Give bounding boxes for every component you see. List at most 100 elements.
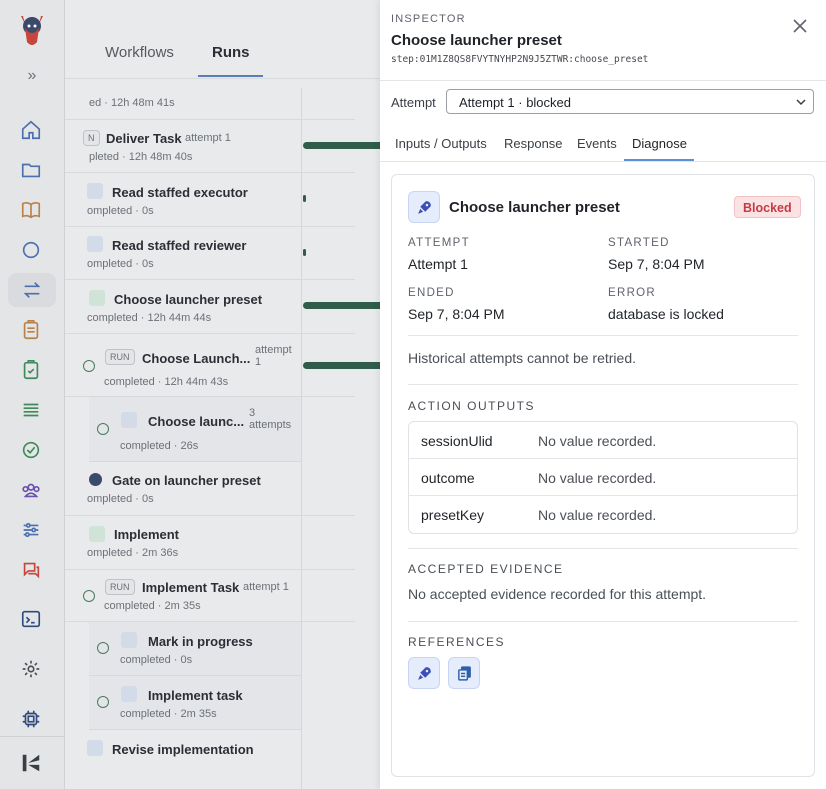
attempt-select[interactable]: Attempt 1 · blocked bbox=[446, 89, 814, 114]
tab-workflows[interactable]: Workflows bbox=[105, 44, 174, 61]
reference-documents-icon[interactable] bbox=[448, 657, 480, 689]
tab-inputs-outputs[interactable]: Inputs / Outputs bbox=[395, 136, 487, 151]
row-sub: completed · 2m 35s bbox=[120, 708, 217, 720]
help-icon bbox=[89, 473, 102, 486]
row-sub: ompleted · 0s bbox=[87, 205, 154, 217]
divider bbox=[408, 548, 798, 549]
folder-icon[interactable] bbox=[20, 159, 44, 183]
tool-icon bbox=[121, 632, 137, 648]
sliders-icon[interactable] bbox=[20, 519, 44, 543]
inspector-title: Choose launcher preset bbox=[391, 32, 562, 49]
table-row[interactable]: Mark in progress completed · 0s bbox=[89, 622, 301, 676]
timeline-bar bbox=[303, 249, 306, 256]
row-title: Implement bbox=[114, 527, 180, 542]
row-title: Read staffed executor bbox=[112, 185, 248, 200]
transfer-icon bbox=[89, 290, 105, 306]
tool-icon bbox=[87, 236, 103, 252]
tab-events[interactable]: Events bbox=[577, 136, 617, 151]
team-icon[interactable] bbox=[20, 479, 44, 503]
rail-divider bbox=[0, 736, 64, 737]
row-sub: completed · 0s bbox=[120, 654, 193, 666]
home-icon[interactable] bbox=[20, 119, 44, 143]
rocket-icon bbox=[408, 191, 440, 223]
tab-runs-underline bbox=[198, 75, 263, 77]
row-sub: completed · 12h 44m 44s bbox=[87, 312, 212, 324]
terminal-icon[interactable] bbox=[20, 608, 44, 632]
check-circle-icon[interactable] bbox=[20, 439, 44, 463]
evidence-text: No accepted evidence recorded for this a… bbox=[408, 586, 707, 602]
inspector-tabs: Inputs / Outputs Response Events Diagnos… bbox=[380, 124, 826, 162]
row-sub: completed · 2m 35s bbox=[104, 600, 201, 612]
table-row: presetKey No value recorded. bbox=[409, 496, 797, 533]
row-title: Revise implementation bbox=[112, 742, 254, 757]
row-meta: attempt 1 bbox=[255, 344, 292, 368]
rocket-icon bbox=[121, 412, 137, 428]
table-row[interactable]: Implement task completed · 2m 35s bbox=[89, 676, 301, 730]
card-title: Choose launcher preset bbox=[449, 199, 620, 216]
step-id: step:01M1Z8QS8FVYTNYHP2N9J5ZTWR:choose_p… bbox=[391, 54, 649, 65]
row-meta: attempt 1 bbox=[243, 581, 289, 593]
run-badge: RUN bbox=[105, 579, 135, 595]
feedback-icon[interactable] bbox=[20, 559, 44, 583]
retry-note: Historical attempts cannot be retried. bbox=[408, 350, 636, 366]
table-row[interactable]: Read staffed executor ompleted · 0s bbox=[65, 173, 355, 227]
row-title: Choose Launch... bbox=[142, 351, 251, 366]
row-title: Implement task bbox=[148, 688, 243, 703]
transfer-icon[interactable] bbox=[8, 273, 56, 307]
check-icon bbox=[83, 590, 95, 602]
run-badge: N bbox=[83, 130, 100, 146]
table-row[interactable]: ed · 12h 48m 41s bbox=[65, 88, 355, 120]
tab-runs[interactable]: Runs bbox=[212, 44, 250, 61]
table-row[interactable]: Implement ompleted · 2m 36s bbox=[65, 516, 355, 570]
table-row[interactable]: RUN Implement Task attempt 1 completed ·… bbox=[65, 570, 355, 622]
table-row: sessionUlid No value recorded. bbox=[409, 422, 797, 459]
collapse-icon[interactable]: » bbox=[22, 66, 42, 86]
row-meta: 3 attempts bbox=[249, 407, 292, 431]
gear-icon[interactable] bbox=[20, 658, 44, 682]
status-badge: Blocked bbox=[734, 196, 801, 218]
divider bbox=[408, 384, 798, 385]
table-row[interactable]: Revise implementation bbox=[65, 730, 355, 789]
attempt-label: Attempt bbox=[391, 95, 436, 110]
brand-icon[interactable] bbox=[20, 752, 44, 776]
table-row[interactable]: Choose launc... 3 attempts completed · 2… bbox=[89, 397, 301, 462]
references-heading: REFERENCES bbox=[408, 635, 506, 649]
row-title: Read staffed reviewer bbox=[112, 238, 247, 253]
reference-rocket-icon[interactable] bbox=[408, 657, 440, 689]
chat-icon[interactable] bbox=[20, 239, 44, 263]
output-value: No value recorded. bbox=[538, 470, 657, 486]
logo-icon[interactable] bbox=[17, 12, 47, 52]
error-key: ERROR bbox=[608, 287, 657, 299]
row-sub: ompleted · 0s bbox=[87, 258, 154, 270]
row-title: Implement Task bbox=[142, 580, 240, 595]
started-key: STARTED bbox=[608, 237, 670, 249]
attempt-select-value: Attempt 1 · blocked bbox=[459, 95, 571, 110]
row-title: Gate on launcher preset bbox=[112, 473, 261, 488]
table-row[interactable]: Gate on launcher preset ompleted · 0s bbox=[65, 462, 355, 516]
clipboard-check-icon[interactable] bbox=[20, 359, 44, 383]
chip-icon[interactable] bbox=[20, 708, 44, 732]
divider bbox=[408, 335, 798, 336]
attempt-value: Attempt 1 bbox=[408, 256, 468, 272]
tab-response[interactable]: Response bbox=[504, 136, 563, 151]
row-meta: attempt 1 bbox=[185, 132, 231, 144]
chevron-down-icon bbox=[795, 96, 807, 108]
close-icon[interactable] bbox=[789, 15, 811, 37]
diagnose-card: Choose launcher preset Blocked ATTEMPT A… bbox=[391, 174, 815, 777]
check-icon bbox=[97, 696, 109, 708]
row-sub: completed · 12h 44m 43s bbox=[104, 376, 229, 388]
book-icon[interactable] bbox=[20, 199, 44, 223]
check-icon bbox=[83, 360, 95, 372]
inspector-panel: INSPECTOR Choose launcher preset step:01… bbox=[380, 0, 826, 789]
clipboard-icon[interactable] bbox=[20, 319, 44, 343]
table-row[interactable]: Read staffed reviewer ompleted · 0s bbox=[65, 227, 355, 280]
row-sub: pleted · 12h 48m 40s bbox=[89, 151, 193, 163]
list-icon[interactable] bbox=[20, 399, 44, 423]
timeline-bar bbox=[303, 195, 306, 202]
output-key: outcome bbox=[421, 470, 475, 486]
left-rail: » bbox=[0, 0, 65, 789]
tab-diagnose[interactable]: Diagnose bbox=[632, 136, 687, 151]
table-row: outcome No value recorded. bbox=[409, 459, 797, 496]
transfer-icon bbox=[89, 526, 105, 542]
row-sub: ompleted · 0s bbox=[87, 493, 154, 505]
